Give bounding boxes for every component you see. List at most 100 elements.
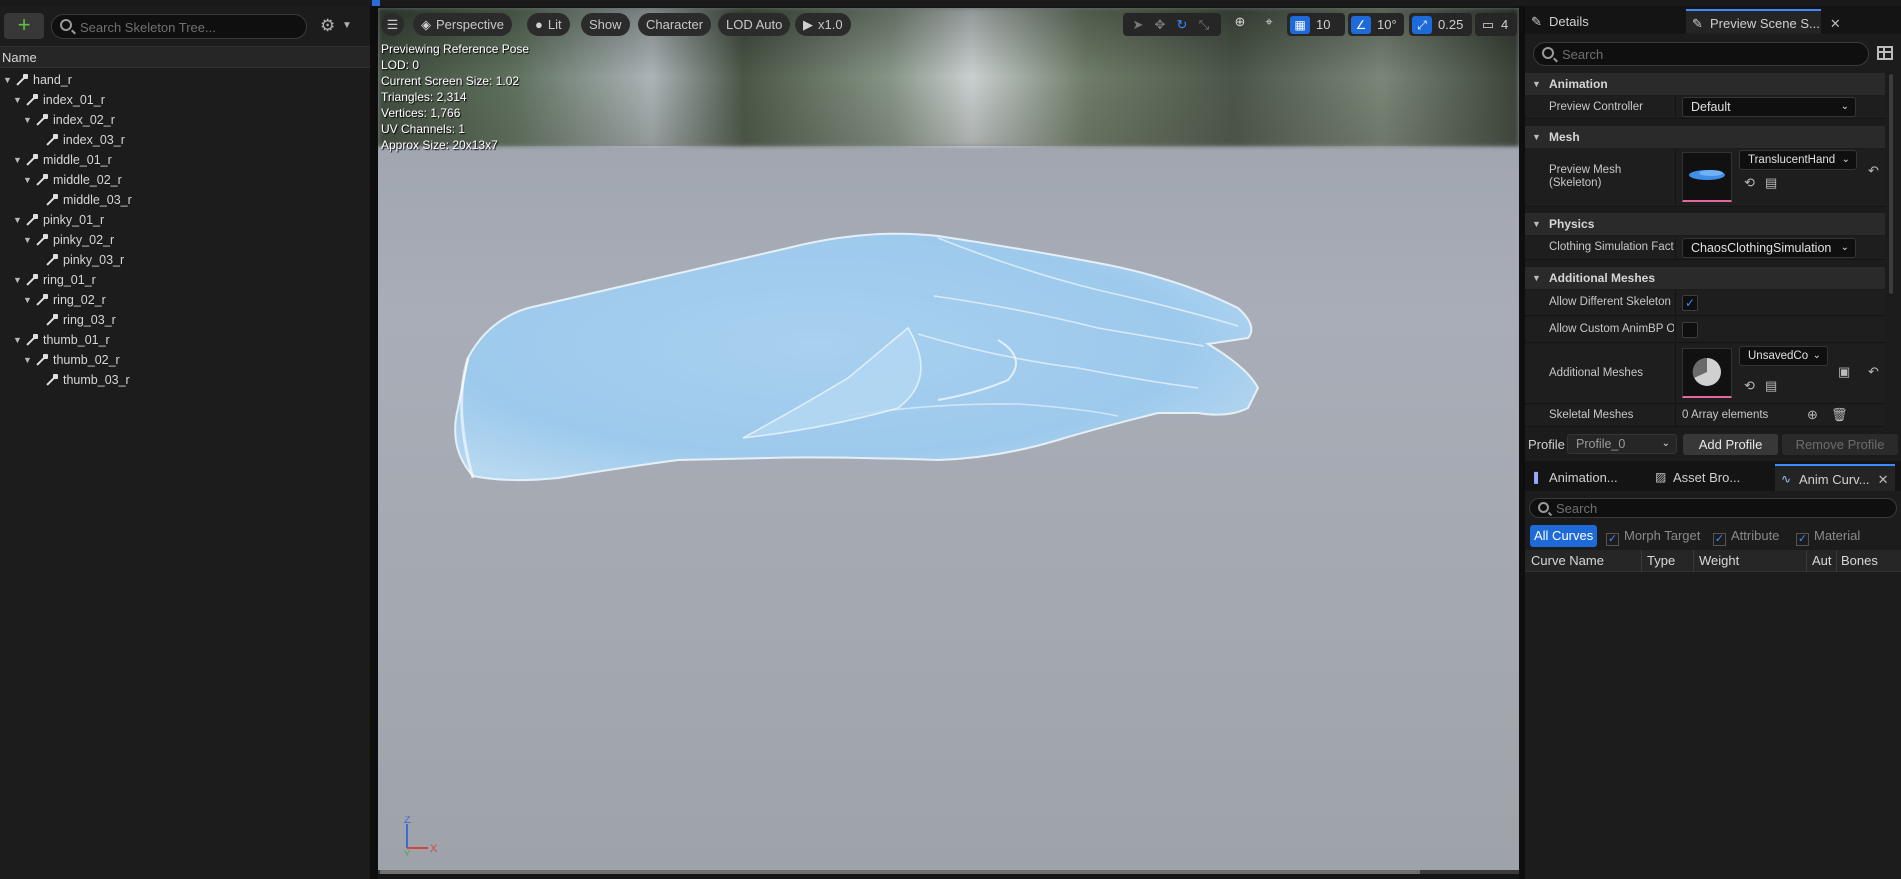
column-type[interactable]: Type bbox=[1647, 553, 1675, 568]
expand-arrow-icon[interactable]: ▼ bbox=[23, 230, 32, 250]
translate-icon[interactable]: ✥ bbox=[1149, 16, 1171, 34]
expand-arrow-icon[interactable]: ▼ bbox=[13, 210, 22, 230]
tree-row-pinky-01-r[interactable]: ▼ pinky_01_r bbox=[0, 210, 370, 230]
allow-custom-animbp-checkbox[interactable] bbox=[1682, 322, 1698, 338]
skeleton-search-box[interactable] bbox=[51, 14, 307, 39]
gear-icon[interactable]: ⚙ bbox=[320, 16, 335, 36]
trash-icon[interactable]: 🗑 bbox=[1831, 407, 1848, 423]
tree-row-pinky-03-r[interactable]: pinky_03_r bbox=[0, 250, 370, 270]
remove-profile-button[interactable]: Remove Profile bbox=[1782, 434, 1898, 455]
tree-row-middle-03-r[interactable]: middle_03_r bbox=[0, 190, 370, 210]
browse-folder-icon[interactable]: ▤ bbox=[1765, 378, 1777, 394]
tree-row-ring-01-r[interactable]: ▼ ring_01_r bbox=[0, 270, 370, 290]
show-button[interactable]: Show bbox=[581, 13, 630, 36]
scale-snap-group[interactable]: ⤢ 0.25 bbox=[1409, 13, 1472, 36]
viewport-scrollbar[interactable] bbox=[378, 870, 1519, 874]
expand-arrow-icon[interactable]: ▼ bbox=[13, 150, 22, 170]
column-curve-name[interactable]: Curve Name bbox=[1531, 553, 1604, 568]
filter-attribute[interactable]: ✓ Attribute bbox=[1713, 525, 1779, 547]
additional-meshes-thumbnail[interactable] bbox=[1682, 348, 1732, 398]
tab-animation[interactable]: ❚ Animation... bbox=[1525, 464, 1645, 491]
tab-asset-browser[interactable]: ▨ Asset Bro... bbox=[1649, 464, 1773, 491]
table-view-icon[interactable] bbox=[1877, 46, 1893, 60]
scrollbar-thumb[interactable] bbox=[380, 870, 1420, 874]
skeleton-search-input[interactable] bbox=[80, 18, 300, 36]
use-selected-icon[interactable]: ⟲ bbox=[1744, 175, 1755, 191]
add-profile-button[interactable]: Add Profile bbox=[1683, 434, 1778, 455]
camera-speed-group[interactable]: ▭ 4 bbox=[1475, 13, 1517, 36]
additional-meshes-dropdown[interactable]: UnsavedCo ⌄ bbox=[1739, 346, 1828, 366]
tree-row-thumb-02-r[interactable]: ▼ thumb_02_r bbox=[0, 350, 370, 370]
expand-arrow-icon[interactable]: ▼ bbox=[23, 170, 32, 190]
world-local-icon[interactable]: ⊕ bbox=[1229, 13, 1251, 31]
section-physics-header[interactable]: Physics bbox=[1525, 213, 1885, 235]
preview-mesh-dropdown[interactable]: TranslucentHand ⌄ bbox=[1739, 150, 1857, 170]
tree-row-hand-r[interactable]: ▼ hand_r bbox=[0, 70, 370, 90]
filter-all-curves[interactable]: All Curves bbox=[1530, 525, 1598, 547]
grid-snap-group[interactable]: ▦ 10 bbox=[1287, 13, 1345, 36]
filter-morph-target[interactable]: ✓ Morph Target bbox=[1606, 525, 1700, 547]
column-bones[interactable]: Bones bbox=[1841, 553, 1878, 568]
reset-arrow-icon[interactable]: ↶ bbox=[1868, 364, 1879, 380]
details-scrollbar[interactable] bbox=[1889, 74, 1893, 294]
expand-arrow-icon[interactable]: ▼ bbox=[3, 70, 12, 90]
expand-arrow-icon[interactable]: ▼ bbox=[13, 90, 22, 110]
browse-folder-icon[interactable]: ▤ bbox=[1765, 175, 1777, 191]
tab-preview-scene-settings[interactable]: ✎ Preview Scene S... ✕ bbox=[1686, 9, 1841, 34]
section-additional-meshes-header[interactable]: Additional Meshes bbox=[1525, 267, 1885, 289]
close-icon[interactable]: ✕ bbox=[1830, 16, 1841, 31]
character-button[interactable]: Character bbox=[638, 13, 712, 36]
save-icon[interactable]: ▣ bbox=[1838, 364, 1850, 380]
tree-row-ring-03-r[interactable]: ring_03_r bbox=[0, 310, 370, 330]
column-weight[interactable]: Weight bbox=[1699, 553, 1739, 568]
preview-viewport[interactable]: ☰ ◈ Perspective ● Lit Show Character LOD A… bbox=[378, 8, 1519, 874]
panel-splitter[interactable] bbox=[370, 6, 378, 879]
tree-row-index-01-r[interactable]: ▼ index_01_r bbox=[0, 90, 370, 110]
tree-row-middle-01-r[interactable]: ▼ middle_01_r bbox=[0, 150, 370, 170]
add-element-icon[interactable]: ⊕ bbox=[1807, 407, 1818, 423]
column-divider[interactable] bbox=[1693, 550, 1694, 572]
tree-row-pinky-02-r[interactable]: ▼ pinky_02_r bbox=[0, 230, 370, 250]
use-selected-icon[interactable]: ⟲ bbox=[1744, 378, 1755, 394]
curves-search-input[interactable] bbox=[1556, 500, 1876, 516]
reset-arrow-icon[interactable]: ↶ bbox=[1868, 163, 1879, 179]
filter-material[interactable]: ✓ Material bbox=[1796, 525, 1860, 547]
tree-row-ring-02-r[interactable]: ▼ ring_02_r bbox=[0, 290, 370, 310]
preview-mesh-thumbnail[interactable] bbox=[1682, 152, 1732, 202]
details-search-input[interactable] bbox=[1562, 46, 1852, 63]
tree-column-header[interactable]: Name bbox=[0, 46, 370, 68]
details-search-box[interactable] bbox=[1533, 42, 1869, 66]
rotation-snap-group[interactable]: ∠ 10° bbox=[1348, 13, 1404, 36]
allow-different-skeleton-checkbox[interactable]: ✓ bbox=[1682, 295, 1698, 311]
tree-row-thumb-01-r[interactable]: ▼ thumb_01_r bbox=[0, 330, 370, 350]
tab-details[interactable]: ✎ Details bbox=[1525, 9, 1685, 34]
scale-icon[interactable]: ⤡ bbox=[1193, 16, 1215, 34]
play-speed-button[interactable]: ▶ x1.0 bbox=[795, 13, 851, 36]
tree-row-index-03-r[interactable]: index_03_r bbox=[0, 130, 370, 150]
rotate-icon[interactable]: ↻ bbox=[1171, 16, 1193, 34]
clothing-simulation-dropdown[interactable]: ChaosClothingSimulation ⌄ bbox=[1682, 238, 1856, 258]
preview-controller-dropdown[interactable]: Default ⌄ bbox=[1682, 97, 1856, 117]
lit-button[interactable]: ● Lit bbox=[527, 13, 570, 36]
expand-arrow-icon[interactable]: ▼ bbox=[23, 350, 32, 370]
surface-snap-icon[interactable]: ⌖ bbox=[1258, 13, 1280, 31]
tree-row-thumb-03-r[interactable]: thumb_03_r bbox=[0, 370, 370, 390]
tree-row-index-02-r[interactable]: ▼ index_02_r bbox=[0, 110, 370, 130]
lod-button[interactable]: LOD Auto bbox=[718, 13, 791, 36]
close-icon[interactable]: ✕ bbox=[1878, 472, 1889, 487]
column-auto[interactable]: Auto bbox=[1812, 553, 1832, 568]
tree-row-middle-02-r[interactable]: ▼ middle_02_r bbox=[0, 170, 370, 190]
column-divider[interactable] bbox=[1806, 550, 1807, 572]
column-divider[interactable] bbox=[1836, 550, 1837, 572]
column-divider[interactable] bbox=[1641, 550, 1642, 572]
add-socket-button[interactable]: + bbox=[4, 13, 44, 39]
tab-anim-curves[interactable]: ∿ Anim Curv... ✕ bbox=[1775, 464, 1895, 491]
section-animation-header[interactable]: Animation bbox=[1525, 73, 1885, 95]
section-mesh-header[interactable]: Mesh bbox=[1525, 126, 1885, 148]
profile-dropdown[interactable]: Profile_0 ⌄ bbox=[1567, 434, 1677, 454]
hamburger-icon[interactable]: ☰ bbox=[381, 13, 404, 36]
curves-search-box[interactable] bbox=[1529, 498, 1897, 518]
expand-arrow-icon[interactable]: ▼ bbox=[23, 110, 32, 130]
expand-arrow-icon[interactable]: ▼ bbox=[23, 290, 32, 310]
select-icon[interactable]: ➤ bbox=[1127, 16, 1149, 34]
